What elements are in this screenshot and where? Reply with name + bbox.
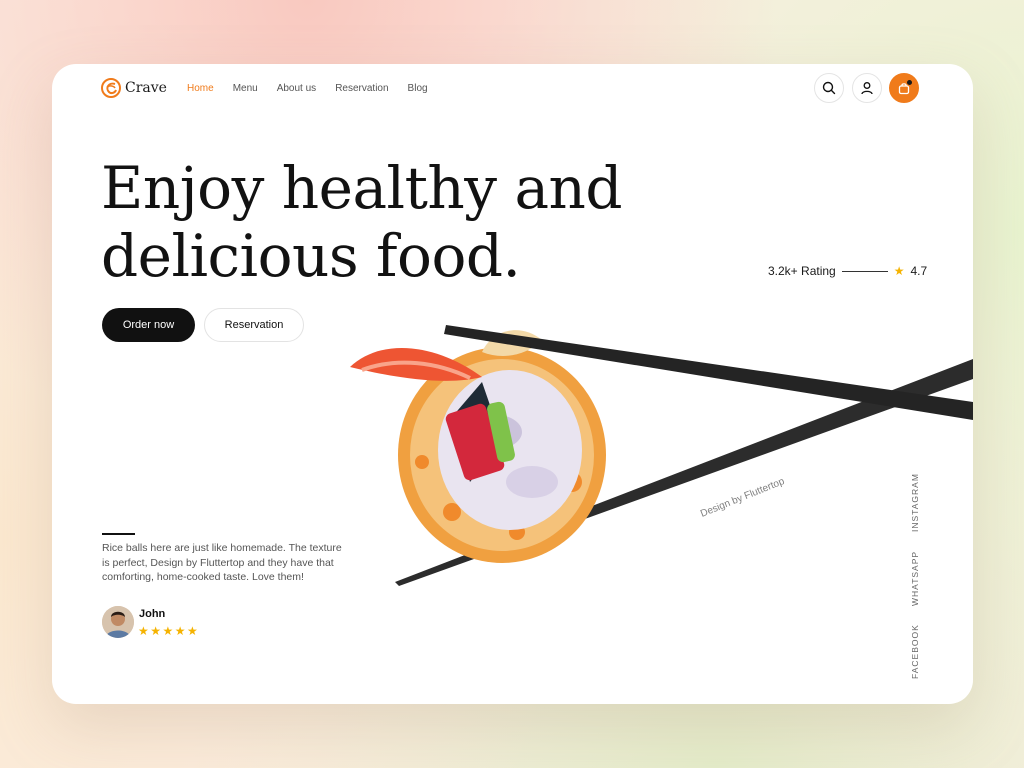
- reservation-button[interactable]: Reservation: [204, 308, 304, 342]
- landing-card: Crave Home Menu About us Reservation Blo…: [52, 64, 973, 704]
- rating-value: 4.7: [910, 264, 928, 278]
- cart-badge: [906, 79, 913, 86]
- sushi-roll: [350, 330, 606, 563]
- nav-item-about-us[interactable]: About us: [277, 83, 316, 94]
- star-icon: ★: [893, 264, 905, 278]
- user-icon: [861, 82, 873, 95]
- crave-swirl-icon: [101, 78, 121, 98]
- rating-divider: [841, 270, 888, 272]
- nav-item-reservation[interactable]: Reservation: [335, 83, 388, 94]
- avatar-image: [102, 606, 134, 638]
- rating-count: 3.2k+ Rating: [768, 264, 836, 278]
- cart-button[interactable]: [889, 73, 919, 103]
- watermark-text: Design by Fluttertop: [699, 476, 786, 520]
- hero-title-line-1: Enjoy healthy and: [101, 154, 623, 222]
- testimonial-text: Rice balls here are just like homemade. …: [102, 542, 342, 583]
- rating-summary: 3.2k+ Rating ★ 4.7: [768, 264, 927, 278]
- avatar: [102, 606, 134, 638]
- social-link-instagram[interactable]: INSTAGRAM: [910, 473, 920, 532]
- brand-name: Crave: [125, 80, 167, 96]
- search-button[interactable]: [814, 73, 844, 103]
- nav-item-blog[interactable]: Blog: [408, 83, 428, 94]
- nav-item-home[interactable]: Home: [187, 83, 214, 94]
- hero-title-line-2: delicious food.: [101, 222, 521, 290]
- hero-title: Enjoy healthy and delicious food.: [101, 154, 661, 290]
- reviewer-stars: ★★★★★: [138, 624, 200, 638]
- main-nav: Home Menu About us Reservation Blog: [187, 83, 428, 94]
- reviewer-name: John: [139, 608, 166, 620]
- account-button[interactable]: [852, 73, 882, 103]
- brand-logo[interactable]: Crave: [101, 78, 167, 98]
- sushi-chopsticks-image: Design by Fluttertop: [350, 325, 973, 586]
- nav-item-menu[interactable]: Menu: [233, 83, 258, 94]
- testimonial-divider: [102, 533, 135, 535]
- social-link-facebook[interactable]: FACEBOOK: [910, 624, 920, 679]
- search-icon: [822, 81, 836, 95]
- order-now-button[interactable]: Order now: [102, 308, 195, 342]
- social-link-whatsapp[interactable]: WHATSAPP: [910, 551, 920, 606]
